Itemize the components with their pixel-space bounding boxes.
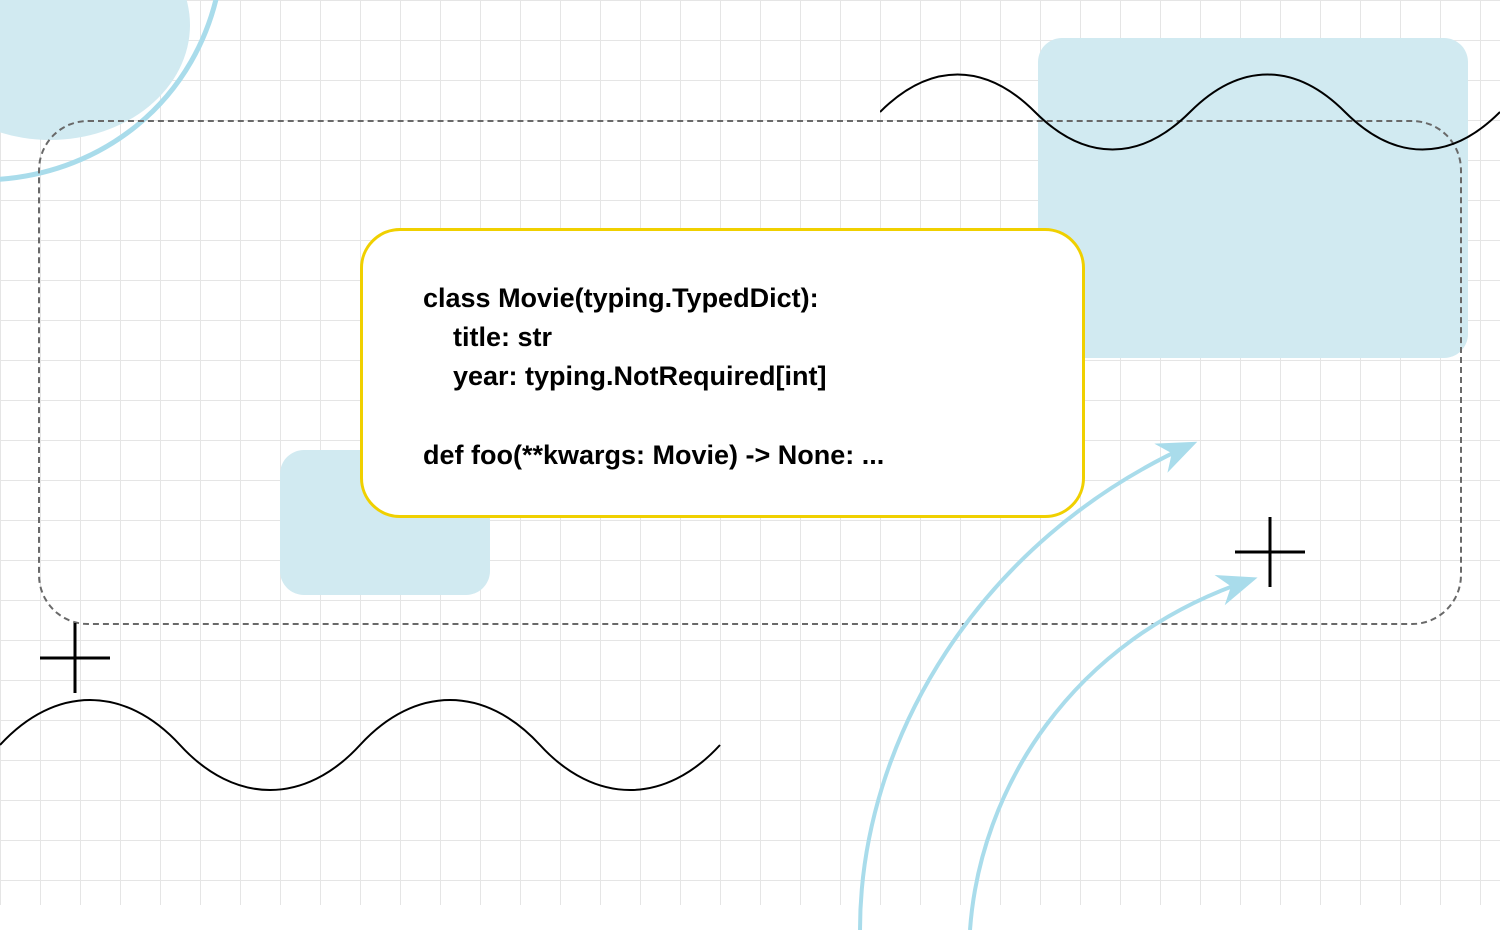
decorative-arrow-lower — [960, 530, 1280, 935]
plus-icon — [35, 618, 115, 698]
decorative-wave-top-right — [880, 52, 1500, 177]
decorative-arc-top-left — [0, 0, 280, 245]
code-line: def foo(**kwargs: Movie) -> None: ... — [423, 440, 884, 470]
code-line: class Movie(typing.TypedDict): — [423, 283, 819, 313]
code-card: class Movie(typing.TypedDict): title: st… — [360, 228, 1085, 518]
code-line: year: typing.NotRequired[int] — [423, 361, 827, 391]
code-line: title: str — [423, 322, 552, 352]
code-block: class Movie(typing.TypedDict): title: st… — [423, 279, 1022, 475]
